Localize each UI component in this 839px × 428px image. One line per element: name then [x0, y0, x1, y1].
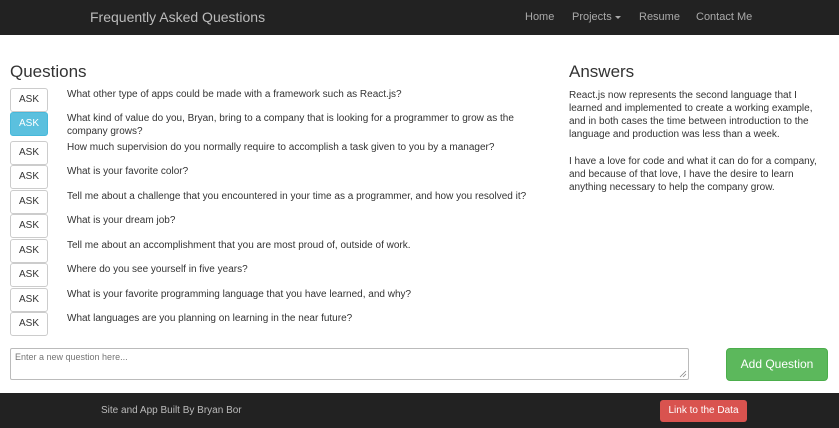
question-text: Where do you see yourself in five years? [67, 264, 248, 275]
resize-handle-icon[interactable] [679, 370, 687, 378]
nav-home[interactable]: Home [525, 11, 554, 23]
question-text: What kind of value do you, Bryan, bring … [67, 113, 514, 137]
link-to-data-button[interactable]: Link to the Data [660, 400, 747, 422]
question-text: What languages are you planning on learn… [67, 313, 353, 324]
ask-button[interactable]: ASK [10, 312, 48, 336]
new-question-field [10, 348, 689, 380]
add-question-button[interactable]: Add Question [726, 348, 828, 381]
nav-resume[interactable]: Resume [639, 11, 680, 23]
footer-credit: Site and App Built By Bryan Bor [101, 405, 242, 416]
question-row: ASK Tell me about a challenge that you e… [10, 190, 550, 214]
answers-heading: Answers [569, 62, 635, 81]
ask-button-active[interactable]: ASK [10, 112, 48, 136]
answer-paragraph: React.js now represents the second langu… [569, 90, 813, 140]
nav-contact[interactable]: Contact Me [696, 11, 752, 23]
question-text: Tell me about an accomplishment that you… [67, 240, 411, 251]
question-row: ASK What languages are you planning on l… [10, 312, 550, 336]
question-text: Tell me about a challenge that you encou… [67, 191, 527, 202]
ask-button[interactable]: ASK [10, 239, 48, 263]
navbar-brand[interactable]: Frequently Asked Questions [90, 9, 265, 25]
nav-projects[interactable]: Projects [572, 11, 621, 23]
ask-button[interactable]: ASK [10, 190, 48, 214]
question-row: ASK What is your favorite color? [10, 165, 550, 189]
question-row: ASK Tell me about an accomplishment that… [10, 239, 550, 263]
footer: Site and App Built By Bryan Bor Link to … [0, 393, 839, 428]
ask-button[interactable]: ASK [10, 141, 48, 165]
question-text: What other type of apps could be made wi… [67, 89, 402, 100]
ask-button[interactable]: ASK [10, 214, 48, 238]
question-text: What is your favorite color? [67, 166, 189, 177]
ask-button[interactable]: ASK [10, 263, 48, 287]
question-row: ASK What other type of apps could be mad… [10, 88, 550, 112]
new-question-input[interactable] [11, 349, 688, 379]
ask-button[interactable]: ASK [10, 165, 48, 189]
question-text: What is your dream job? [67, 215, 176, 226]
question-row: ASK What is your dream job? [10, 214, 550, 238]
question-row: ASK What is your favorite programming la… [10, 288, 550, 312]
question-row: ASK Where do you see yourself in five ye… [10, 263, 550, 287]
navbar: Frequently Asked Questions Home Projects… [0, 0, 839, 35]
questions-heading: Questions [10, 62, 87, 81]
nav-projects-label: Projects [572, 11, 612, 23]
question-text: How much supervision do you normally req… [67, 142, 495, 153]
question-row: ASK What kind of value do you, Bryan, br… [10, 112, 550, 137]
answer-paragraph: I have a love for code and what it can d… [569, 156, 817, 193]
question-text: What is your favorite programming langua… [67, 289, 412, 300]
question-row: ASK How much supervision do you normally… [10, 141, 550, 165]
ask-button[interactable]: ASK [10, 88, 48, 112]
caret-down-icon [614, 15, 621, 19]
ask-button[interactable]: ASK [10, 288, 48, 312]
